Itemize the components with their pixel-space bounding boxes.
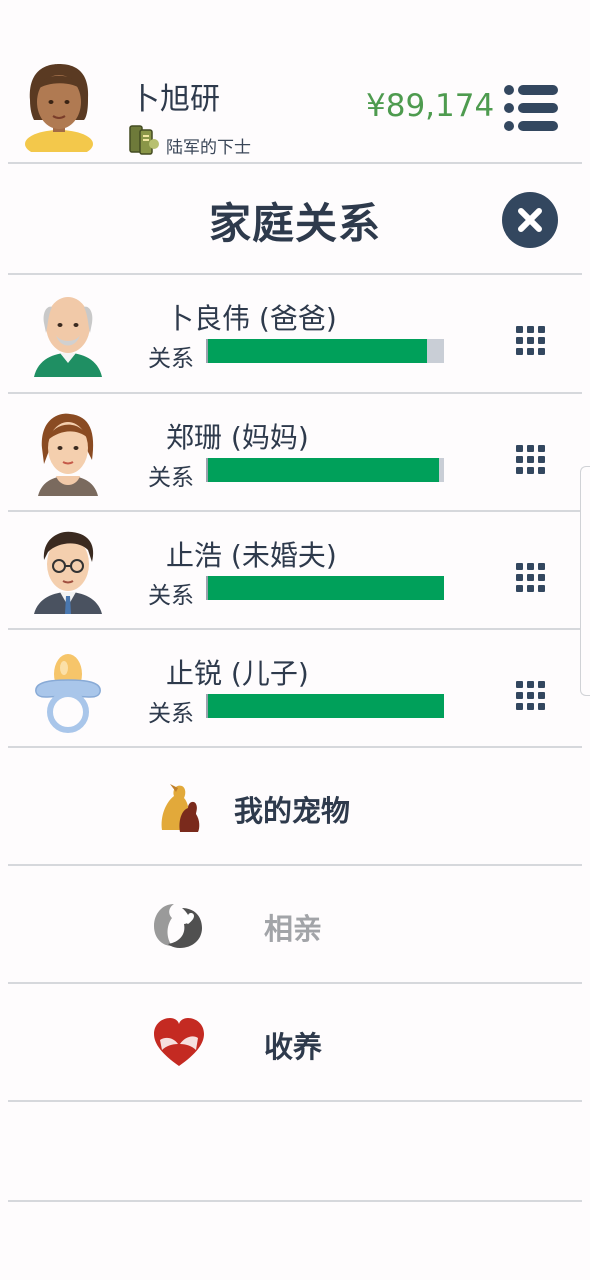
money-balance: ¥89,174 (366, 88, 495, 124)
relation-label: 关系 (148, 346, 194, 372)
options-grid-icon[interactable] (513, 560, 549, 596)
relation-label: 关系 (148, 701, 194, 727)
divider (8, 1200, 582, 1202)
man-glasses-face-icon (34, 531, 102, 614)
relation-label: 关系 (148, 583, 194, 609)
woman-face-icon (38, 413, 98, 496)
divider (8, 162, 582, 164)
adopt-label: 收养 (264, 1030, 323, 1064)
grandpa-face-icon (34, 297, 102, 377)
menu-list-icon[interactable] (500, 84, 560, 132)
dating-button[interactable]: 相亲 (8, 866, 582, 983)
family-member-name: 卜良伟 (爸爸) (166, 302, 337, 335)
options-grid-icon[interactable] (513, 442, 549, 478)
close-button[interactable] (502, 192, 558, 248)
relation-bar-fill (208, 458, 440, 482)
dating-label: 相亲 (264, 912, 323, 946)
close-icon (518, 208, 542, 232)
family-row-father[interactable]: 卜良伟 (爸爸) 关系 (8, 275, 582, 392)
pacifier-icon (35, 654, 101, 733)
scrollbar-thumb[interactable] (580, 466, 590, 696)
pets-icon (161, 784, 200, 832)
player-avatar (25, 64, 93, 152)
relation-bar-fill (208, 339, 428, 363)
family-member-name: 止锐 (儿子) (166, 657, 309, 690)
player-name: 卜旭研 (130, 82, 220, 117)
relation-bar (206, 339, 444, 363)
my-pets-button[interactable]: 我的宠物 (8, 748, 582, 865)
relation-label: 关系 (148, 465, 194, 491)
rank-insignia-icon (129, 125, 159, 155)
adopt-button[interactable]: 收养 (8, 984, 582, 1101)
options-grid-icon[interactable] (513, 678, 549, 714)
dating-icon (154, 904, 202, 948)
family-member-name: 郑珊 (妈妈) (166, 421, 309, 454)
family-member-name: 止浩 (未婚夫) (166, 539, 337, 572)
relation-bar (206, 576, 444, 600)
divider (8, 1100, 582, 1102)
my-pets-label: 我的宠物 (234, 794, 351, 828)
relation-bar-fill (208, 694, 444, 718)
family-row-fiance[interactable]: 止浩 (未婚夫) 关系 (8, 512, 582, 629)
family-row-son[interactable]: 止锐 (儿子) 关系 (8, 630, 582, 747)
adopt-heart-icon (154, 1018, 204, 1066)
relation-bar (206, 458, 444, 482)
options-grid-icon[interactable] (513, 323, 549, 359)
relation-bar-fill (208, 576, 444, 600)
player-rank: 陆军的下士 (166, 138, 251, 158)
family-row-mother[interactable]: 郑珊 (妈妈) 关系 (8, 394, 582, 511)
relation-bar (206, 694, 444, 718)
